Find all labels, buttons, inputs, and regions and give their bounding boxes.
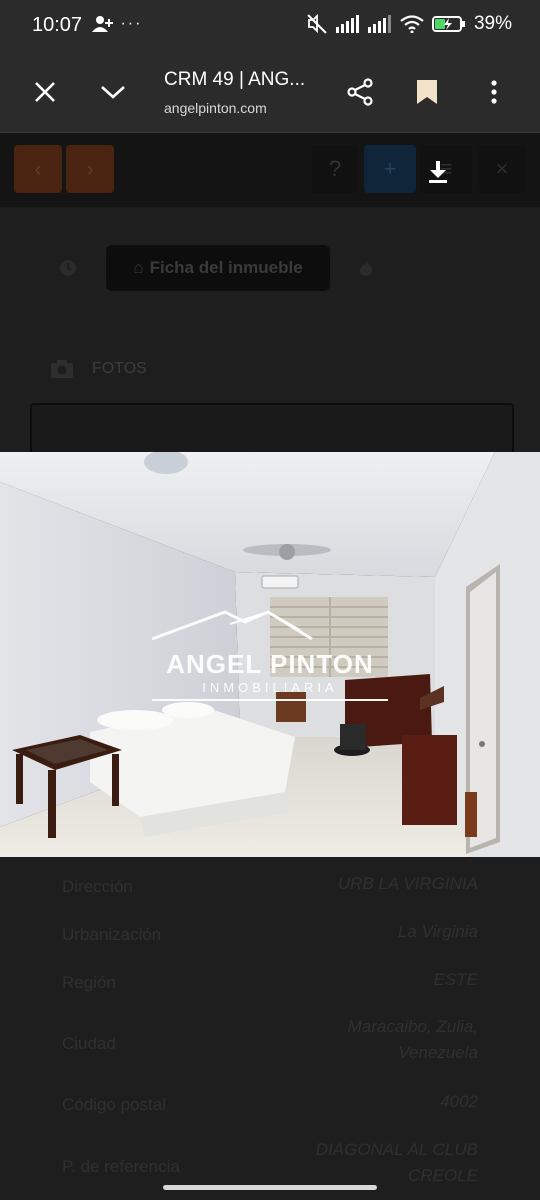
crm-toolbar: ‹ › ? + ≡ × (0, 133, 540, 207)
person-add-icon (92, 16, 113, 32)
close-tab-button[interactable] (23, 70, 67, 114)
more-dots-icon: ··· (120, 15, 143, 32)
more-vert-icon (491, 80, 497, 104)
status-right-icons: 39% (306, 13, 512, 35)
prev-button[interactable]: ‹ (14, 145, 62, 193)
page-url: angelpinton.com (164, 100, 267, 116)
close-icon (35, 82, 55, 102)
fotos-label: FOTOS (92, 360, 147, 377)
watermark-sub: INMOBILIARIA (202, 680, 337, 695)
tab-ficha-inmueble[interactable]: ⌂ Ficha del inmueble (106, 245, 330, 291)
help-button[interactable]: ? (312, 145, 358, 193)
detail-value: URB LA VIRGINIA (337, 874, 478, 893)
add-button[interactable]: + (364, 145, 416, 193)
detail-label: Ciudad (62, 1034, 116, 1053)
property-details: Dirección URB LA VIRGINIA Urbanización L… (0, 857, 540, 1200)
clock-icon[interactable] (59, 259, 77, 277)
home-indicator[interactable] (163, 1185, 377, 1190)
detail-label: Dirección (62, 877, 133, 896)
tabs-row: ⌂ Ficha del inmueble (0, 233, 540, 303)
detail-value: DIAGONAL AL CLUB CREOLE (315, 1140, 478, 1185)
camera-icon (51, 360, 73, 378)
battery-charging-icon (431, 16, 465, 32)
share-icon (347, 78, 373, 106)
wifi-icon (400, 15, 424, 33)
detail-label: Región (62, 973, 116, 992)
close-crm-button[interactable]: × (478, 145, 526, 193)
status-left-icons: ··· (92, 15, 142, 33)
home-icon: ⌂ (133, 258, 144, 277)
detail-value: La Virginia (397, 922, 478, 941)
page-title: CRM 49 | ANG... (164, 69, 306, 90)
minimize-button[interactable] (91, 70, 135, 114)
menu-button[interactable] (472, 70, 516, 114)
detail-label: P. de referencia (62, 1157, 180, 1176)
browser-bar: CRM 49 | ANG... angelpinton.com (0, 52, 540, 133)
fotos-section-header: FOTOS (50, 359, 147, 379)
bedroom-photo-image: ANGEL PINTON INMOBILIARIA (0, 452, 540, 857)
download-icon (429, 161, 447, 183)
detail-label: Código postal (62, 1095, 166, 1114)
fire-icon[interactable] (358, 259, 374, 279)
watermark-main: ANGEL PINTON (166, 649, 374, 679)
next-button[interactable]: › (66, 145, 114, 193)
detail-value: Maracaibo, Zulia, Venezuela (347, 1017, 478, 1062)
download-button[interactable] (426, 159, 452, 187)
detail-value: 4002 (440, 1092, 478, 1111)
status-time: 10:07 (32, 14, 83, 36)
detail-value: ESTE (433, 970, 478, 989)
mute-icon (307, 14, 327, 34)
tab-ficha-label: Ficha del inmueble (149, 258, 303, 277)
property-photo[interactable]: ANGEL PINTON INMOBILIARIA (0, 452, 540, 857)
bookmark-button[interactable] (405, 70, 449, 114)
chevron-down-icon (101, 86, 125, 99)
detail-label: Urbanización (62, 925, 162, 944)
share-button[interactable] (338, 70, 382, 114)
bookmark-icon (417, 80, 437, 104)
status-bar: 10:07 ··· 39% (0, 0, 540, 52)
signal-icon (367, 15, 391, 33)
signal-icon (335, 15, 359, 33)
battery-percent: 39% (473, 13, 512, 34)
